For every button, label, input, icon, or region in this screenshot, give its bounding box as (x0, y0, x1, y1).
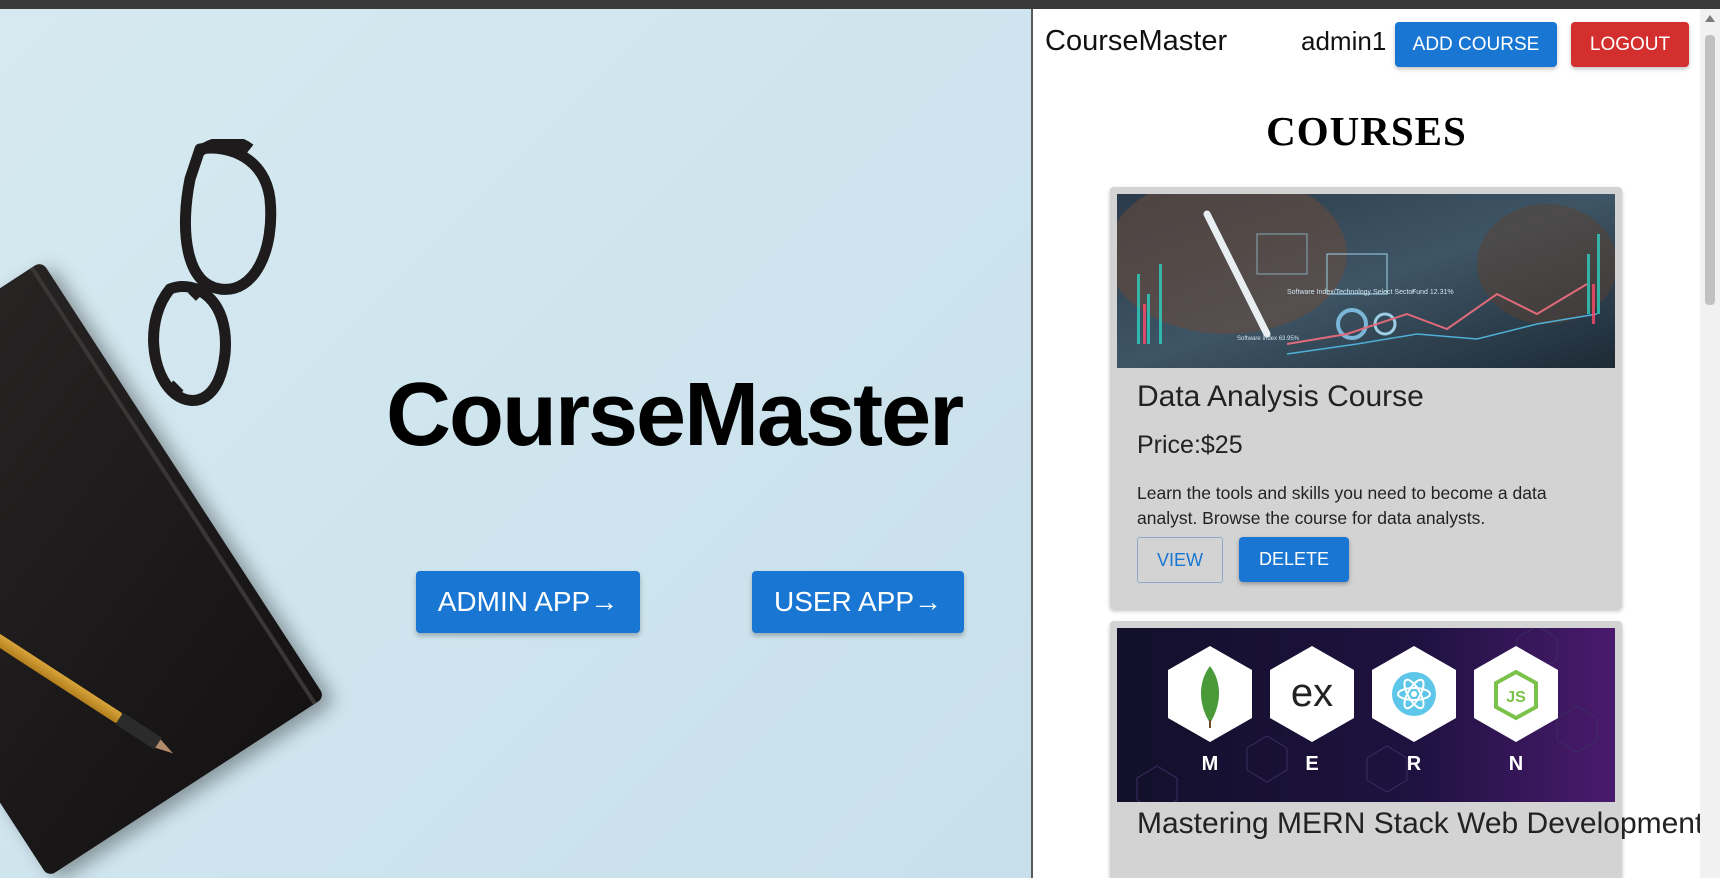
mern-letter: N (1509, 753, 1523, 775)
user-app-button[interactable]: USER APP→ (752, 571, 964, 633)
delete-button[interactable]: DELETE (1239, 537, 1349, 582)
mern-letter: E (1305, 753, 1318, 775)
admin-app-pane: CourseMaster admin1 ADD COURSE LOGOUT CO… (1033, 9, 1700, 878)
express-logo-text: ex (1291, 671, 1333, 715)
course-card: ex JS M E R N Mastering MERN Stack Web D (1110, 621, 1700, 878)
mern-letter: M (1202, 753, 1219, 775)
svg-text:Fund 12.31%: Fund 12.31% (1412, 289, 1454, 296)
svg-text:Software Index 63.95%: Software Index 63.95% (1237, 336, 1300, 342)
mern-letter: R (1407, 753, 1422, 775)
landing-pane: CourseMaster ADMIN APP→ USER APP→ (0, 9, 1031, 878)
scroll-thumb[interactable] (1705, 35, 1715, 305)
logout-button[interactable]: LOGOUT (1571, 22, 1689, 67)
landing-brand-title: CourseMaster (386, 365, 964, 465)
course-image: ex JS M E R N (1117, 628, 1615, 802)
course-card: Software Index/Technology Select Sector … (1110, 187, 1622, 609)
svg-text:JS: JS (1506, 689, 1526, 706)
course-title: Data Analysis Course (1137, 380, 1424, 413)
course-title: Mastering MERN Stack Web Development (1137, 807, 1700, 840)
browser-top-bar (0, 0, 1720, 9)
glasses-image (148, 139, 277, 406)
add-course-button[interactable]: ADD COURSE (1395, 22, 1557, 67)
view-button[interactable]: VIEW (1137, 537, 1223, 583)
course-price: Price:$25 (1137, 431, 1243, 459)
scroll-up-arrow-icon[interactable] (1705, 15, 1715, 22)
appbar-title[interactable]: CourseMaster (1045, 25, 1227, 58)
username-label: admin1 (1301, 26, 1387, 56)
scrollbar[interactable] (1700, 9, 1720, 878)
course-image: Software Index/Technology Select Sector … (1117, 194, 1615, 368)
svg-text:Software Index/Technology Sele: Software Index/Technology Select Sector (1287, 289, 1415, 296)
admin-app-button[interactable]: ADMIN APP→ (416, 571, 640, 633)
page-title: COURSES (1266, 108, 1467, 154)
course-description: Learn the tools and skills you need to b… (1137, 483, 1547, 528)
